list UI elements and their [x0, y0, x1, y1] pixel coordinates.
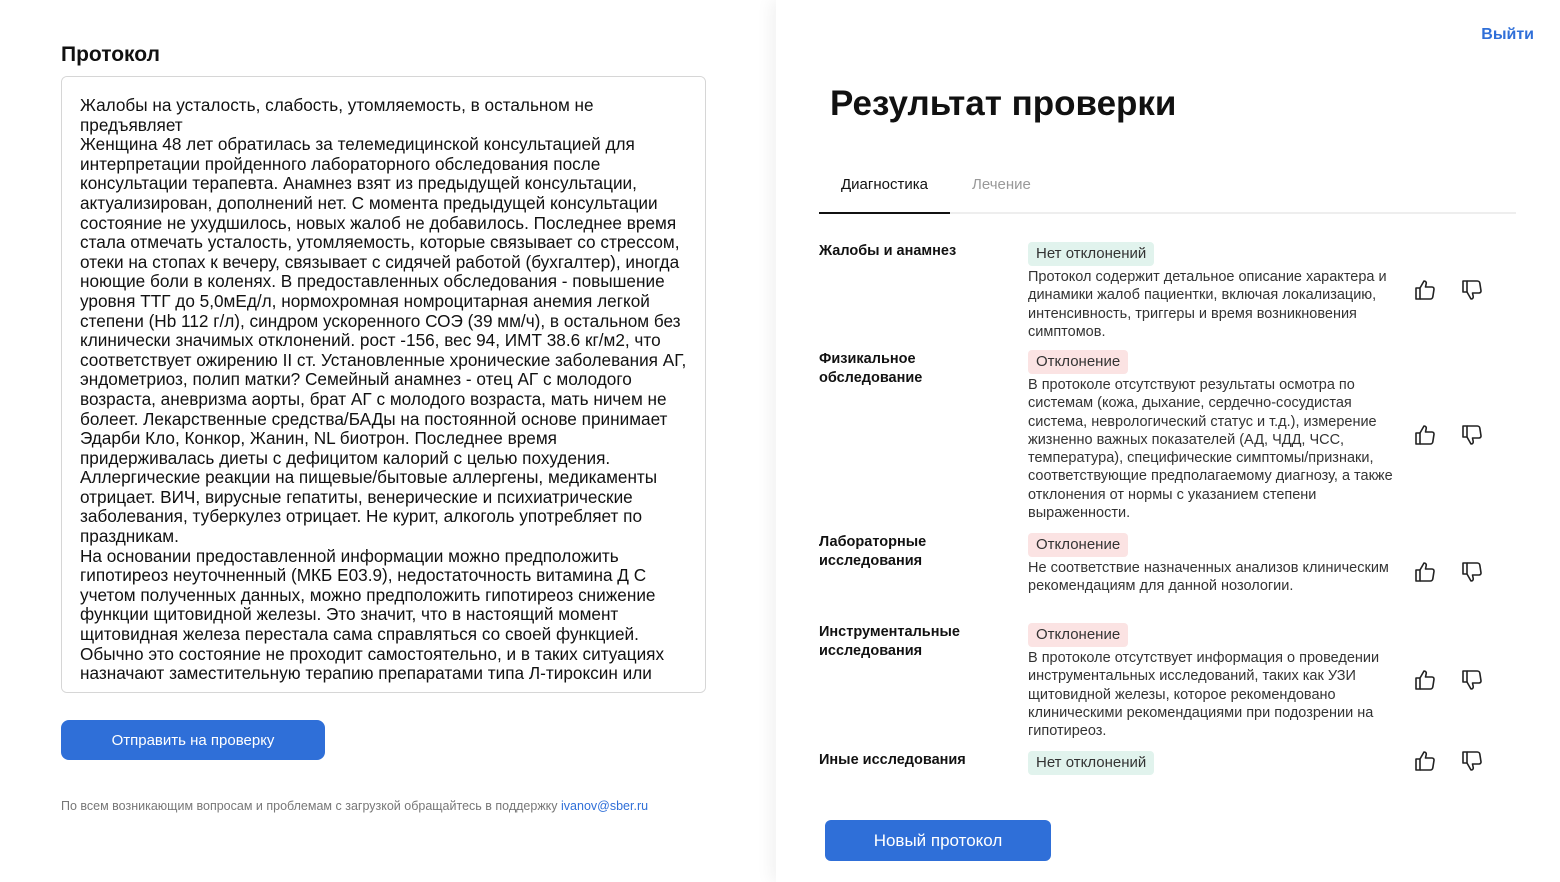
support-note: По всем возникающим вопросам и проблемам… — [61, 798, 648, 815]
protocol-title: Протокол — [61, 43, 160, 66]
result-row-physical: Физикальное обследование Отклонение В пр… — [819, 350, 1519, 526]
protocol-panel: Протокол Жалобы на усталость, слабость, … — [0, 0, 776, 882]
tab-treatment[interactable]: Лечение — [972, 176, 1031, 193]
thumbs-up-icon[interactable] — [1413, 423, 1437, 447]
result-title: Результат проверки — [830, 84, 1177, 123]
result-panel: Выйти Результат проверки Диагностика Леч… — [776, 0, 1560, 882]
status-badge: Нет отклонений — [1028, 751, 1155, 775]
row-label: Инструментальные исследования — [819, 624, 960, 659]
row-label: Лабораторные исследования — [819, 534, 927, 569]
row-description: В протоколе отсутствуют результаты осмот… — [1028, 377, 1393, 522]
row-label: Физикальное обследование — [819, 351, 923, 386]
new-protocol-button[interactable]: Новый протокол — [825, 820, 1051, 861]
thumbs-up-icon[interactable] — [1413, 278, 1437, 302]
result-row-complaints: Жалобы и анамнез Нет отклонений Протокол… — [819, 242, 1519, 342]
thumbs-down-icon[interactable] — [1460, 423, 1484, 447]
thumbs-up-icon[interactable] — [1413, 668, 1437, 692]
support-email-link[interactable]: ivanov@sber.ru — [561, 799, 648, 813]
protocol-textarea[interactable]: Жалобы на усталость, слабость, утомляемо… — [62, 77, 705, 692]
thumbs-down-icon[interactable] — [1460, 278, 1484, 302]
status-badge: Отклонение — [1028, 533, 1129, 557]
logout-link[interactable]: Выйти — [1481, 26, 1534, 44]
status-badge: Нет отклонений — [1028, 242, 1155, 266]
send-for-check-button[interactable]: Отправить на проверку — [61, 720, 325, 760]
row-label: Иные исследования — [819, 752, 966, 768]
row-description: В протоколе отсутствует информация о про… — [1028, 650, 1380, 740]
thumbs-up-icon[interactable] — [1413, 560, 1437, 584]
thumbs-down-icon[interactable] — [1460, 560, 1484, 584]
tab-diagnostics[interactable]: Диагностика — [819, 176, 950, 214]
status-badge: Отклонение — [1028, 623, 1129, 647]
row-label: Жалобы и анамнез — [819, 243, 957, 259]
result-row-instrumental: Инструментальные исследования Отклонение… — [819, 623, 1519, 743]
row-description: Протокол содержит детальное описание хар… — [1028, 269, 1387, 340]
row-description: Не соответствие назначенных анализов кли… — [1028, 560, 1389, 595]
thumbs-up-icon[interactable] — [1413, 749, 1437, 773]
support-text: По всем возникающим вопросам и проблемам… — [61, 799, 558, 813]
result-row-lab: Лабораторные исследования Отклонение Не … — [819, 533, 1519, 617]
protocol-textarea-container: Жалобы на усталость, слабость, утомляемо… — [61, 76, 706, 693]
status-badge: Отклонение — [1028, 350, 1129, 374]
result-tabs: Диагностика Лечение — [819, 166, 1516, 214]
thumbs-down-icon[interactable] — [1460, 668, 1484, 692]
thumbs-down-icon[interactable] — [1460, 749, 1484, 773]
result-row-other: Иные исследования Нет отклонений — [819, 751, 1519, 781]
